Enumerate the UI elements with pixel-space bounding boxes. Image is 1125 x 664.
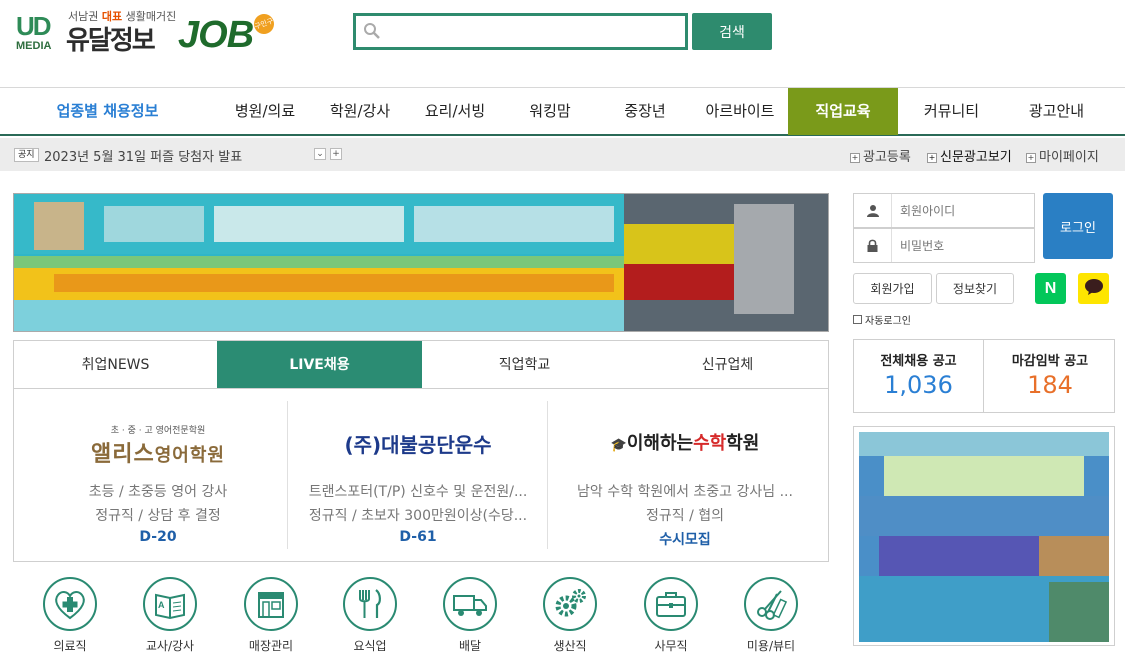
- tab-new-companies[interactable]: 신규업체: [627, 341, 828, 389]
- card-divider: [547, 401, 548, 549]
- job-stats-box: 전체채용 공고 1,036 마감임박 공고 184: [853, 339, 1115, 413]
- logo-badge: 구인구직: [251, 11, 277, 48]
- main-nav: 업종별 채용정보 병원/의료 학원/강사 요리/서빙 워킹맘 중장년 아르바이트…: [0, 87, 1125, 136]
- find-info-button[interactable]: 정보찾기: [936, 273, 1014, 304]
- signup-button[interactable]: 회원가입: [853, 273, 932, 304]
- login-pw-field: [853, 228, 1035, 263]
- auto-login-checkbox[interactable]: 자동로그인: [853, 312, 911, 327]
- nav-item-hospital[interactable]: 병원/의료: [215, 88, 315, 135]
- job-deadline: D-20: [139, 529, 177, 545]
- nav-item-working-mom[interactable]: 워킹맘: [500, 88, 600, 135]
- gears-icon: [543, 577, 597, 631]
- stat-value: 1,036: [884, 371, 953, 399]
- tab-vocational-school[interactable]: 직업학교: [422, 341, 627, 389]
- stat-closing-soon[interactable]: 마감임박 공고 184: [985, 340, 1115, 412]
- ud-media-sub: MEDIA: [16, 40, 52, 52]
- nav-category-jobs[interactable]: 업종별 채용정보: [40, 88, 175, 135]
- tab-news[interactable]: 취업NEWS: [14, 341, 217, 389]
- search-button[interactable]: 검색: [692, 13, 772, 50]
- company-logo-daebul: (주)대불공단운수: [344, 433, 492, 457]
- jobs-tab-panel: 취업NEWS LIVE채용 직업학교 신규업체 초 · 중 · 고 영어전문학원…: [13, 340, 829, 562]
- side-ad-image: [859, 432, 1109, 642]
- scissors-comb-icon: [744, 577, 798, 631]
- job-card[interactable]: 초 · 중 · 고 영어전문학원 앨리스영어학원 초등 / 초중등 영어 강사 …: [28, 401, 288, 551]
- company-logo-alice: 초 · 중 · 고 영어전문학원 앨리스영어학원: [91, 426, 225, 467]
- username-input[interactable]: [900, 202, 1028, 220]
- category-delivery[interactable]: 배달: [430, 577, 510, 654]
- link-newspaper-ad[interactable]: + 신문광고보기: [927, 146, 1012, 165]
- category-office[interactable]: 사무직: [631, 577, 711, 654]
- nav-item-cooking[interactable]: 요리/서빙: [405, 88, 505, 135]
- nav-item-ad-info[interactable]: 광고안내: [1005, 88, 1108, 135]
- main-banner-ad[interactable]: [13, 193, 829, 332]
- plus-icon: +: [927, 153, 937, 163]
- job-terms: 정규직 / 상담 후 결정: [95, 508, 221, 524]
- notice-bar: 공지 2023년 5월 31일 퍼즐 당첨자 발표 ⌄ + + 광고등록 + 신문광…: [0, 138, 1125, 171]
- svg-text:A: A: [158, 600, 165, 610]
- nav-item-academy[interactable]: 학원/강사: [310, 88, 410, 135]
- briefcase-icon: [644, 577, 698, 631]
- category-store[interactable]: 매장관리: [231, 577, 311, 654]
- nav-item-middle-aged[interactable]: 중장년: [595, 88, 695, 135]
- search-input[interactable]: [390, 19, 680, 44]
- stat-total-jobs[interactable]: 전체채용 공고 1,036: [854, 340, 984, 412]
- nav-item-community[interactable]: 커뮤니티: [900, 88, 1003, 135]
- category-beauty[interactable]: 미용/뷰티: [731, 577, 811, 654]
- tab-live-jobs[interactable]: LIVE채용: [217, 341, 422, 389]
- delivery-truck-icon: [443, 577, 497, 631]
- category-teacher[interactable]: A 교사/강사: [130, 577, 210, 654]
- nav-item-education[interactable]: 직업교육: [788, 88, 898, 135]
- job-card[interactable]: (주)대불공단운수 트랜스포터(T/P) 신호수 및 운전원/... 정규직 /…: [288, 401, 548, 551]
- plus-icon: +: [1026, 153, 1036, 163]
- job-title: 초등 / 초중등 영어 강사: [88, 484, 228, 500]
- search-icon: [364, 23, 380, 39]
- login-id-field: [853, 193, 1035, 228]
- category-medical[interactable]: 의료직: [30, 577, 110, 654]
- plus-icon: +: [850, 153, 860, 163]
- lock-icon: [854, 229, 892, 262]
- notice-tag: 공지: [14, 148, 39, 162]
- job-title: 남악 수학 학원에서 초중고 강사님 ...: [577, 484, 793, 500]
- login-button[interactable]: 로그인: [1043, 193, 1113, 259]
- checkbox-box[interactable]: [853, 315, 862, 324]
- job-deadline: 수시모집: [659, 532, 711, 548]
- medical-cross-icon: [43, 577, 97, 631]
- company-logo-math: 🎓이해하는수학학원: [610, 433, 760, 454]
- kakao-login-button[interactable]: [1078, 273, 1109, 304]
- ud-media-mark: UD: [16, 11, 52, 41]
- kakao-talk-icon: [1084, 279, 1103, 295]
- job-card[interactable]: 🎓이해하는수학학원 남악 수학 학원에서 초중고 강사님 ... 정규직 / 협…: [550, 401, 820, 551]
- book-icon: A: [143, 577, 197, 631]
- password-input[interactable]: [900, 237, 1028, 255]
- graduation-cap-icon: 🎓: [610, 438, 627, 453]
- search-box: [353, 13, 688, 50]
- nav-item-parttime[interactable]: 아르바이트: [690, 88, 790, 135]
- category-food[interactable]: 요식업: [330, 577, 410, 654]
- job-deadline: D-61: [399, 529, 437, 545]
- fork-knife-icon: [343, 577, 397, 631]
- link-mypage[interactable]: + 마이페이지: [1026, 146, 1099, 165]
- job-terms: 정규직 / 초보자 300만원이상(수당...: [308, 508, 528, 524]
- job-title: 트랜스포터(T/P) 신호수 및 운전원/...: [308, 484, 528, 500]
- job-terms: 정규직 / 협의: [645, 508, 725, 524]
- brand-job: JOB: [178, 14, 254, 56]
- user-icon: [854, 194, 892, 227]
- notice-text[interactable]: 2023년 5월 31일 퍼즐 당첨자 발표: [44, 146, 242, 165]
- notice-more-button[interactable]: +: [330, 148, 342, 160]
- stat-value: 184: [1027, 371, 1073, 399]
- category-production[interactable]: 생산직: [530, 577, 610, 654]
- site-logo[interactable]: UD MEDIA 서남권 대표 생활매거진 유달정보 JOB 구인구직: [16, 8, 286, 56]
- link-ad-register[interactable]: + 광고등록: [850, 146, 911, 165]
- side-banner-ad[interactable]: [853, 426, 1115, 646]
- storefront-icon: [244, 577, 298, 631]
- notice-dropdown-button[interactable]: ⌄: [314, 148, 326, 160]
- brand-name: 유달정보: [66, 26, 156, 56]
- naver-login-button[interactable]: N: [1035, 273, 1066, 304]
